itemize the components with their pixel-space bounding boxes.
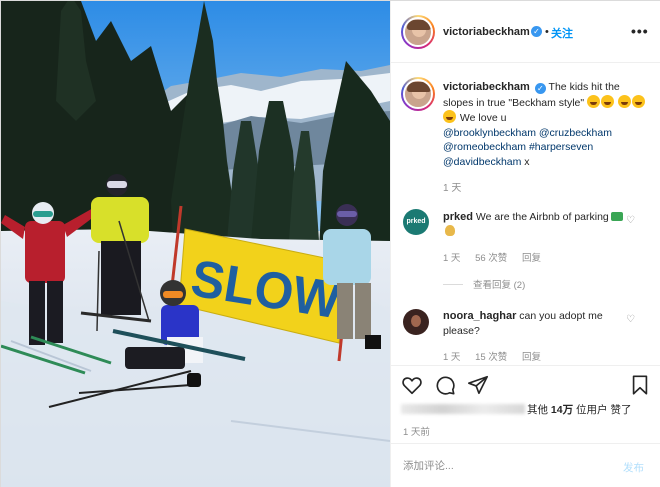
- view-replies-button[interactable]: 查看回复 (2): [443, 277, 525, 291]
- post-comment-button[interactable]: 发布: [623, 460, 644, 475]
- hashtag-harperseven[interactable]: #harperseven: [529, 141, 593, 153]
- likes-count: 14万: [550, 404, 574, 416]
- mention-brooklyn[interactable]: @brooklynbeckham: [443, 127, 536, 139]
- verified-icon: ✓: [534, 83, 546, 94]
- comment-input[interactable]: [403, 460, 603, 472]
- caption-username[interactable]: victoriabeckham: [443, 81, 530, 93]
- comment-meta: 1 天 56 次赞 回复: [443, 250, 553, 264]
- likes-summary[interactable]: 其他 14万 位用户 赞了: [401, 402, 651, 416]
- mention-david[interactable]: @davidbeckham: [443, 156, 521, 168]
- author-avatar[interactable]: [401, 15, 435, 49]
- caption-text: victoriabeckham ✓ The kids hit the slopes…: [443, 80, 653, 169]
- likes-suffix: 位用户 赞了: [573, 404, 632, 416]
- mention-romeo[interactable]: @romeobeckham: [443, 141, 526, 153]
- comment-text: prked We are the Airbnb of parking: [443, 210, 625, 239]
- add-comment-bar: 发布: [391, 443, 660, 487]
- comment-time: 1 天: [443, 352, 461, 363]
- bookmark-icon[interactable]: [629, 374, 651, 396]
- instagram-post: SLOW victoriabeckham ✓ • 关注 ••• victoria…: [0, 0, 660, 487]
- post-sidebar: victoriabeckham ✓ • 关注 ••• victoriabeckh…: [390, 1, 660, 487]
- laughing-emoji-icon: [617, 94, 631, 108]
- reply-button[interactable]: 回复: [522, 352, 541, 363]
- car-emoji-icon: [610, 212, 623, 221]
- comment-meta: 1 天 15 次赞 回复: [443, 349, 553, 363]
- action-bar: [391, 365, 660, 405]
- comment-body: We are the Airbnb of parking: [472, 211, 609, 223]
- heart-icon[interactable]: [401, 374, 423, 396]
- caption-avatar[interactable]: [401, 77, 435, 111]
- laughing-emoji-icon: [587, 94, 601, 108]
- caption-trailing: x: [521, 155, 530, 168]
- commenter-username[interactable]: prked: [443, 211, 473, 223]
- small-heart-icon[interactable]: ♡: [626, 216, 636, 226]
- comment-time: 1 天: [443, 253, 461, 264]
- reply-button[interactable]: 回复: [522, 253, 541, 264]
- comment-likes[interactable]: 56 次赞: [475, 253, 507, 264]
- author-username[interactable]: victoriabeckham: [443, 26, 530, 38]
- comment-text: noora_haghar can you adopt me please?: [443, 309, 625, 338]
- caption-time: 1 天: [443, 183, 462, 194]
- commenter-avatar[interactable]: [403, 309, 429, 335]
- laughing-emoji-icon: [601, 94, 615, 108]
- post-header: victoriabeckham ✓ • 关注 •••: [391, 1, 660, 63]
- commenter-avatar[interactable]: prked: [403, 209, 429, 235]
- mention-cruz[interactable]: @cruzbeckham: [539, 127, 612, 139]
- commenter-username[interactable]: noora_haghar: [443, 310, 516, 322]
- money-bag-emoji-icon: [445, 224, 455, 236]
- verified-icon: ✓: [531, 26, 542, 37]
- likes-prefix: 其他: [527, 404, 551, 416]
- comment-icon[interactable]: [434, 374, 456, 396]
- post-photo[interactable]: SLOW: [1, 1, 390, 487]
- laughing-emoji-icon: [443, 110, 456, 123]
- laughing-emoji-icon: [631, 94, 645, 108]
- blurred-usernames: [401, 404, 525, 414]
- small-heart-icon[interactable]: ♡: [626, 315, 636, 325]
- comment-likes[interactable]: 15 次赞: [475, 352, 507, 363]
- caption-body-2: We love u: [457, 112, 507, 124]
- follow-button[interactable]: 关注: [551, 25, 573, 41]
- more-icon[interactable]: •••: [631, 23, 649, 39]
- share-icon[interactable]: [467, 374, 489, 396]
- separator-dot: •: [545, 26, 549, 38]
- post-time[interactable]: 1 天前: [403, 424, 430, 438]
